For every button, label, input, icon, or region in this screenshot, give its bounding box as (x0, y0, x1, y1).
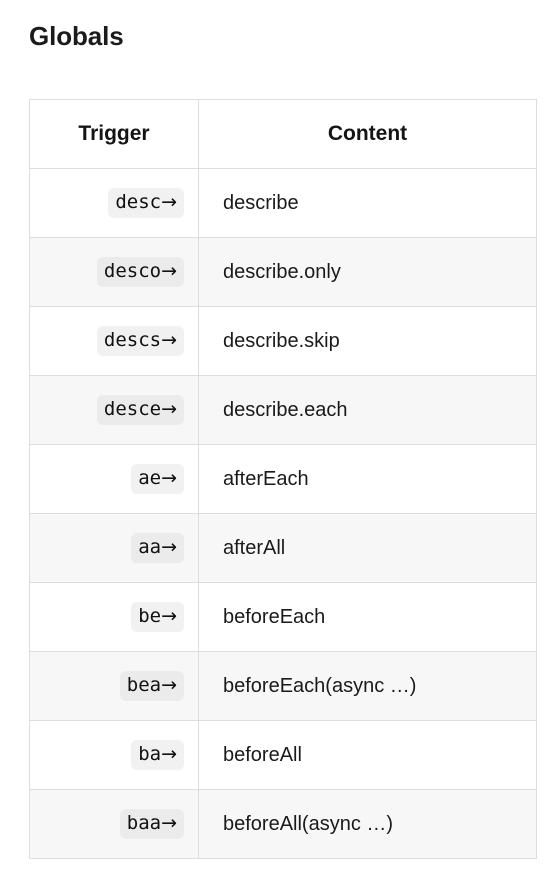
table-row: desc→ describe (29, 168, 537, 238)
table-row: bea→ beforeEach(async …) (29, 651, 537, 721)
trigger-text: descs (103, 328, 162, 351)
table-row: be→ beforeEach (29, 582, 537, 652)
arrow-right-icon: → (161, 190, 177, 213)
table-row: aa→ afterAll (29, 513, 537, 583)
arrow-right-icon: → (161, 328, 177, 351)
table-header: Trigger Content (29, 99, 537, 169)
trigger-cell: aa→ (29, 513, 199, 583)
content-cell: beforeAll(async …) (198, 789, 537, 859)
arrow-right-icon: → (161, 604, 177, 627)
content-cell: beforeEach (198, 582, 537, 652)
trigger-cell: ae→ (29, 444, 199, 514)
table-row: baa→ beforeAll(async …) (29, 789, 537, 859)
arrow-right-icon: → (161, 535, 177, 558)
arrow-right-icon: → (161, 466, 177, 489)
trigger-cell: ba→ (29, 720, 199, 790)
globals-table-wrapper: Trigger Content desc→ describe desco→ descr… (29, 99, 537, 859)
table-body: desc→ describe desco→ describe.only descs→ de… (29, 168, 537, 859)
table-row: descs→ describe.skip (29, 306, 537, 376)
trigger-cell: desc→ (29, 168, 199, 238)
content-cell: afterAll (198, 513, 537, 583)
trigger-text: desc (115, 190, 162, 213)
trigger-cell: bea→ (29, 651, 199, 721)
trigger-code-badge: ba→ (131, 739, 184, 771)
trigger-cell: desco→ (29, 237, 199, 307)
content-cell: beforeAll (198, 720, 537, 790)
trigger-text: desco (103, 259, 162, 282)
arrow-right-icon: → (161, 259, 177, 282)
trigger-code-badge: desce→ (96, 394, 184, 426)
trigger-code-badge: baa→ (119, 808, 184, 840)
trigger-cell: desce→ (29, 375, 199, 445)
table-row: ae→ afterEach (29, 444, 537, 514)
trigger-text: desce (103, 397, 162, 420)
column-header-content: Content (198, 99, 537, 169)
trigger-cell: baa→ (29, 789, 199, 859)
arrow-right-icon: → (161, 742, 177, 765)
content-cell: afterEach (198, 444, 537, 514)
content-cell: describe (198, 168, 537, 238)
trigger-text: ba (138, 742, 162, 765)
trigger-text: baa (126, 811, 162, 834)
content-cell: describe.skip (198, 306, 537, 376)
table-header-row: Trigger Content (29, 99, 537, 169)
trigger-cell: descs→ (29, 306, 199, 376)
document-page: Globals Trigger Content desc→ describe des… (0, 0, 558, 874)
globals-table: Trigger Content desc→ describe desco→ descr… (29, 99, 537, 859)
arrow-right-icon: → (161, 811, 177, 834)
trigger-code-badge: desco→ (96, 256, 184, 288)
content-cell: describe.only (198, 237, 537, 307)
trigger-code-badge: descs→ (96, 325, 184, 357)
content-cell: beforeEach(async …) (198, 651, 537, 721)
content-cell: describe.each (198, 375, 537, 445)
trigger-code-badge: desc→ (108, 187, 184, 219)
trigger-text: bea (126, 673, 162, 696)
arrow-right-icon: → (161, 673, 177, 696)
trigger-cell: be→ (29, 582, 199, 652)
trigger-code-badge: ae→ (131, 463, 184, 495)
table-row: desco→ describe.only (29, 237, 537, 307)
trigger-code-badge: be→ (131, 601, 184, 633)
trigger-code-badge: aa→ (131, 532, 184, 564)
trigger-text: ae (138, 466, 162, 489)
trigger-text: aa (138, 535, 162, 558)
table-row: ba→ beforeAll (29, 720, 537, 790)
arrow-right-icon: → (161, 397, 177, 420)
page-title: Globals (29, 21, 124, 51)
column-header-trigger: Trigger (29, 99, 199, 169)
trigger-code-badge: bea→ (119, 670, 184, 702)
table-row: desce→ describe.each (29, 375, 537, 445)
trigger-text: be (138, 604, 162, 627)
